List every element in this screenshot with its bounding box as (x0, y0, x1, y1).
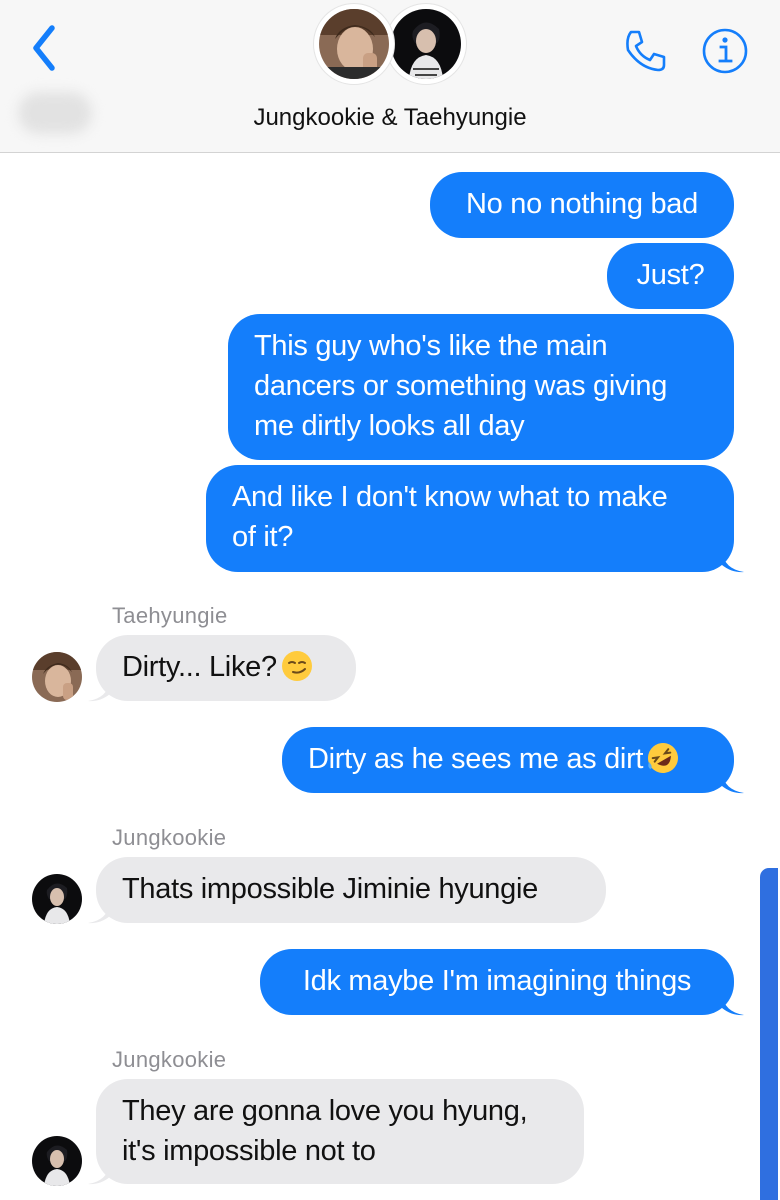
message-text: of it? (232, 521, 294, 553)
message-bubble-incoming[interactable]: Dirty... Like? (96, 635, 356, 701)
sender-name: Jungkookie (112, 825, 227, 850)
phone-icon (626, 30, 666, 72)
scrollbar[interactable] (760, 868, 778, 1200)
sender-avatar-jungkookie[interactable] (32, 874, 82, 924)
message-text: it's impossible not to (122, 1135, 376, 1167)
info-icon (702, 28, 748, 74)
avatar (391, 9, 461, 79)
message-bubble-outgoing[interactable]: Dirty as he sees me as dirt (282, 727, 734, 793)
message-text: They are gonna love you hyung, (122, 1095, 528, 1127)
smirking-face-emoji (281, 651, 312, 681)
message-bubble-outgoing[interactable]: No no nothing bad (430, 172, 734, 238)
bubble-tail (722, 772, 744, 794)
bubble-tail (722, 994, 744, 1016)
message-text: This guy who's like the main (254, 330, 608, 362)
back-button[interactable] (26, 22, 66, 74)
sender-avatar-jungkookie[interactable] (32, 1136, 82, 1186)
sender-name: Jungkookie (112, 1047, 227, 1072)
message-text: Dirty... Like? (122, 651, 277, 683)
bubble-tail (722, 551, 744, 573)
conversation-title[interactable]: Jungkookie & Taehyungie (0, 104, 780, 132)
bubble-tail (88, 902, 110, 924)
call-button[interactable] (620, 26, 670, 76)
message-text: Just? (636, 259, 705, 291)
message-bubble-incoming[interactable]: They are gonna love you hyung, it's impo… (96, 1079, 584, 1184)
message-text: No no nothing bad (466, 188, 698, 220)
message-bubble-outgoing[interactable]: And like I don't know what to make of it… (206, 465, 734, 572)
message-bubble-outgoing[interactable]: This guy who's like the main dancers or … (228, 314, 734, 460)
avatar (32, 1136, 82, 1186)
message-text: me dirtly looks all day (254, 410, 525, 442)
message-text: And like I don't know what to make (232, 481, 668, 513)
message-text: Thats impossible Jiminie hyungie (122, 873, 538, 905)
rolling-on-floor-laughing-emoji (648, 743, 679, 773)
info-button[interactable] (700, 26, 750, 76)
bubble-tail (88, 1163, 110, 1185)
chevron-left-icon (33, 25, 55, 71)
avatar (32, 652, 82, 702)
conversation-header: Jungkookie & Taehyungie (0, 0, 780, 153)
message-bubble-incoming[interactable]: Thats impossible Jiminie hyungie (96, 857, 606, 923)
message-bubble-outgoing[interactable]: Just? (607, 243, 734, 309)
avatar (319, 9, 389, 79)
group-avatar-jungkookie[interactable] (386, 4, 466, 84)
message-bubble-outgoing[interactable]: Idk maybe I'm imagining things (260, 949, 734, 1015)
bubble-tail (88, 680, 110, 702)
sender-avatar-taehyungie[interactable] (32, 652, 82, 702)
group-avatar-taehyungie[interactable] (314, 4, 394, 84)
avatar (32, 874, 82, 924)
message-text: Idk maybe I'm imagining things (302, 965, 692, 997)
message-text: Dirty as he sees me as dirt (308, 743, 644, 775)
message-text: dancers or something was giving (254, 370, 668, 402)
sender-name: Taehyungie (112, 603, 228, 628)
